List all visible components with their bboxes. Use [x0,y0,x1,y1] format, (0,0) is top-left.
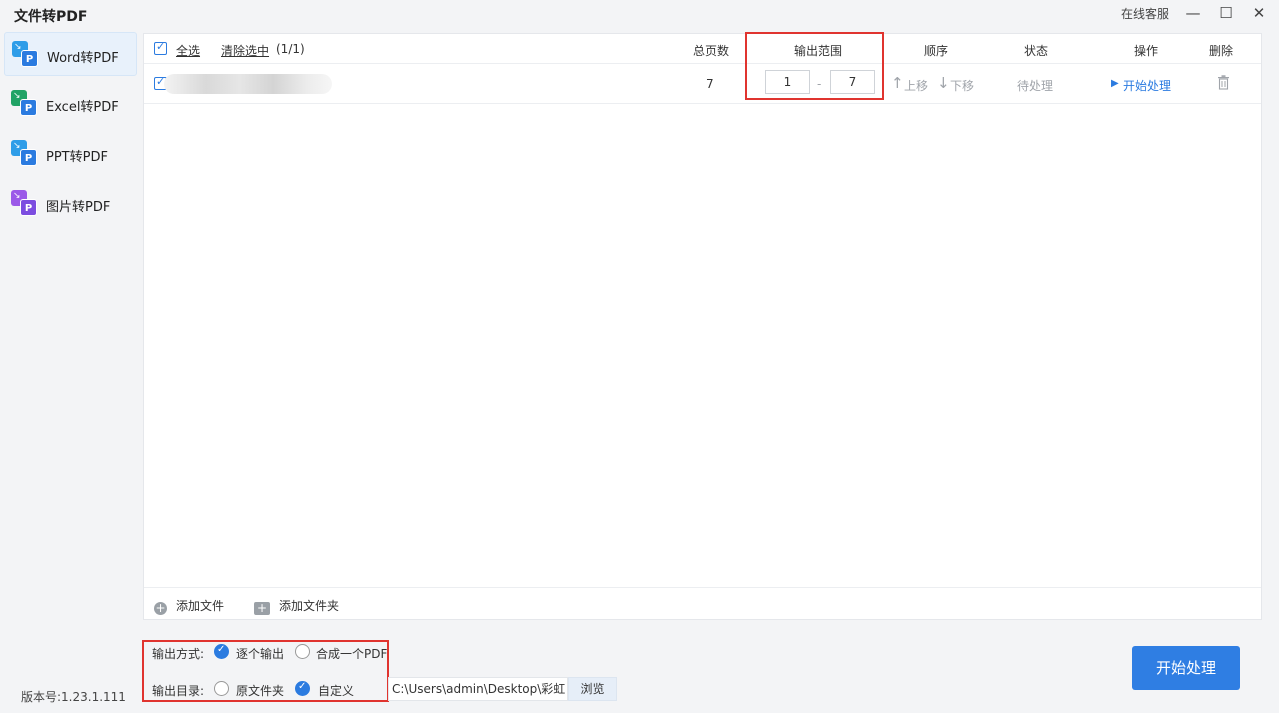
app-title: 文件转PDF [14,9,88,25]
clear-selection-link[interactable]: 清除选中 [221,42,269,59]
option-merge-pdf[interactable]: 合成一个PDF [316,645,387,662]
option-individual-output[interactable]: 逐个输出 [236,645,284,662]
add-bar: + 添加文件 + 添加文件夹 [144,587,1261,620]
maximize-icon[interactable]: ☐ [1215,3,1237,25]
radio-custom-folder[interactable] [295,681,310,696]
sidebar-item-label: 图片转PDF [46,200,111,215]
add-folder-label: 添加文件夹 [279,599,340,613]
excel-pdf-icon: ↘ P [11,90,37,116]
arrow-up-icon: ↑ [891,74,904,92]
sidebar-item-image-to-pdf[interactable]: ↘ P 图片转PDF [4,182,137,226]
online-support-link[interactable]: 在线客服 [1121,5,1169,22]
play-icon[interactable]: ▶ [1111,78,1119,89]
sidebar: ↘ P Word转PDF ↘ P Excel转PDF ↘ P PPT转PDF ↘… [0,30,140,630]
sidebar-item-ppt-to-pdf[interactable]: ↘ P PPT转PDF [4,132,137,176]
option-original-folder[interactable]: 原文件夹 [236,682,284,699]
range-highlight-box [745,32,884,100]
output-dir-label: 输出目录: [152,684,205,698]
select-all-link[interactable]: 全选 [176,42,200,59]
trash-icon[interactable] [1217,75,1230,90]
start-process-button[interactable]: 开始处理 [1132,646,1240,690]
header-order: 顺序 [924,44,949,58]
image-pdf-icon: ↘ P [11,190,37,216]
add-circle-icon: + [154,601,167,615]
table-header: ✓ 全选 清除选中 (1/1) 总页数 输出范围 顺序 状态 操作 删除 [144,34,1261,64]
option-custom-folder[interactable]: 自定义 [318,682,354,699]
row-start-button[interactable]: 开始处理 [1123,77,1171,94]
arrow-down-icon: ↓ [937,74,950,92]
sidebar-item-label: Word转PDF [47,51,119,66]
output-path-field[interactable]: C:\Users\admin\Desktop\彩虹 [388,677,568,701]
version-label: 版本号:1.23.1.111 [21,690,126,704]
add-file-label: 添加文件 [176,599,225,613]
output-mode-label: 输出方式: [152,647,205,661]
ppt-pdf-icon: ↘ P [11,140,37,166]
radio-merge-pdf[interactable] [295,644,310,659]
header-status: 状态 [1024,44,1049,58]
move-down-button[interactable]: 下移 [950,77,974,94]
minimize-icon[interactable]: — [1182,3,1204,25]
header-pages: 总页数 [693,44,730,58]
browse-button[interactable]: 浏览 [568,677,617,701]
selection-count: (1/1) [276,42,305,56]
word-pdf-icon: ↘ P [12,41,38,67]
radio-original-folder[interactable] [214,681,229,696]
radio-individual-output[interactable] [214,644,229,659]
move-up-button[interactable]: 上移 [904,77,928,94]
header-action: 操作 [1134,44,1159,58]
sidebar-item-label: Excel转PDF [46,100,119,115]
close-icon[interactable]: ✕ [1248,3,1270,25]
add-file-button[interactable]: + 添加文件 [154,597,224,615]
row-pages: 7 [706,77,714,91]
file-list-panel: ✓ 全选 清除选中 (1/1) 总页数 输出范围 顺序 状态 操作 删除 ✓ 7… [143,33,1262,620]
folder-plus-icon: + [254,602,270,615]
sidebar-item-excel-to-pdf[interactable]: ↘ P Excel转PDF [4,82,137,126]
row-status: 待处理 [1017,79,1054,93]
file-name-redacted [164,74,332,94]
sidebar-item-word-to-pdf[interactable]: ↘ P Word转PDF [4,32,137,76]
sidebar-item-label: PPT转PDF [46,150,108,165]
table-row: ✓ 7 1 - 7 ↑ 上移 ↓ 下移 待处理 ▶ 开始处理 [144,64,1261,104]
title-bar: 文件转PDF 在线客服 — ☐ ✕ [0,0,1279,30]
add-folder-button[interactable]: + 添加文件夹 [254,597,339,615]
header-delete: 删除 [1209,44,1234,58]
select-all-checkbox[interactable]: ✓ [154,40,167,55]
